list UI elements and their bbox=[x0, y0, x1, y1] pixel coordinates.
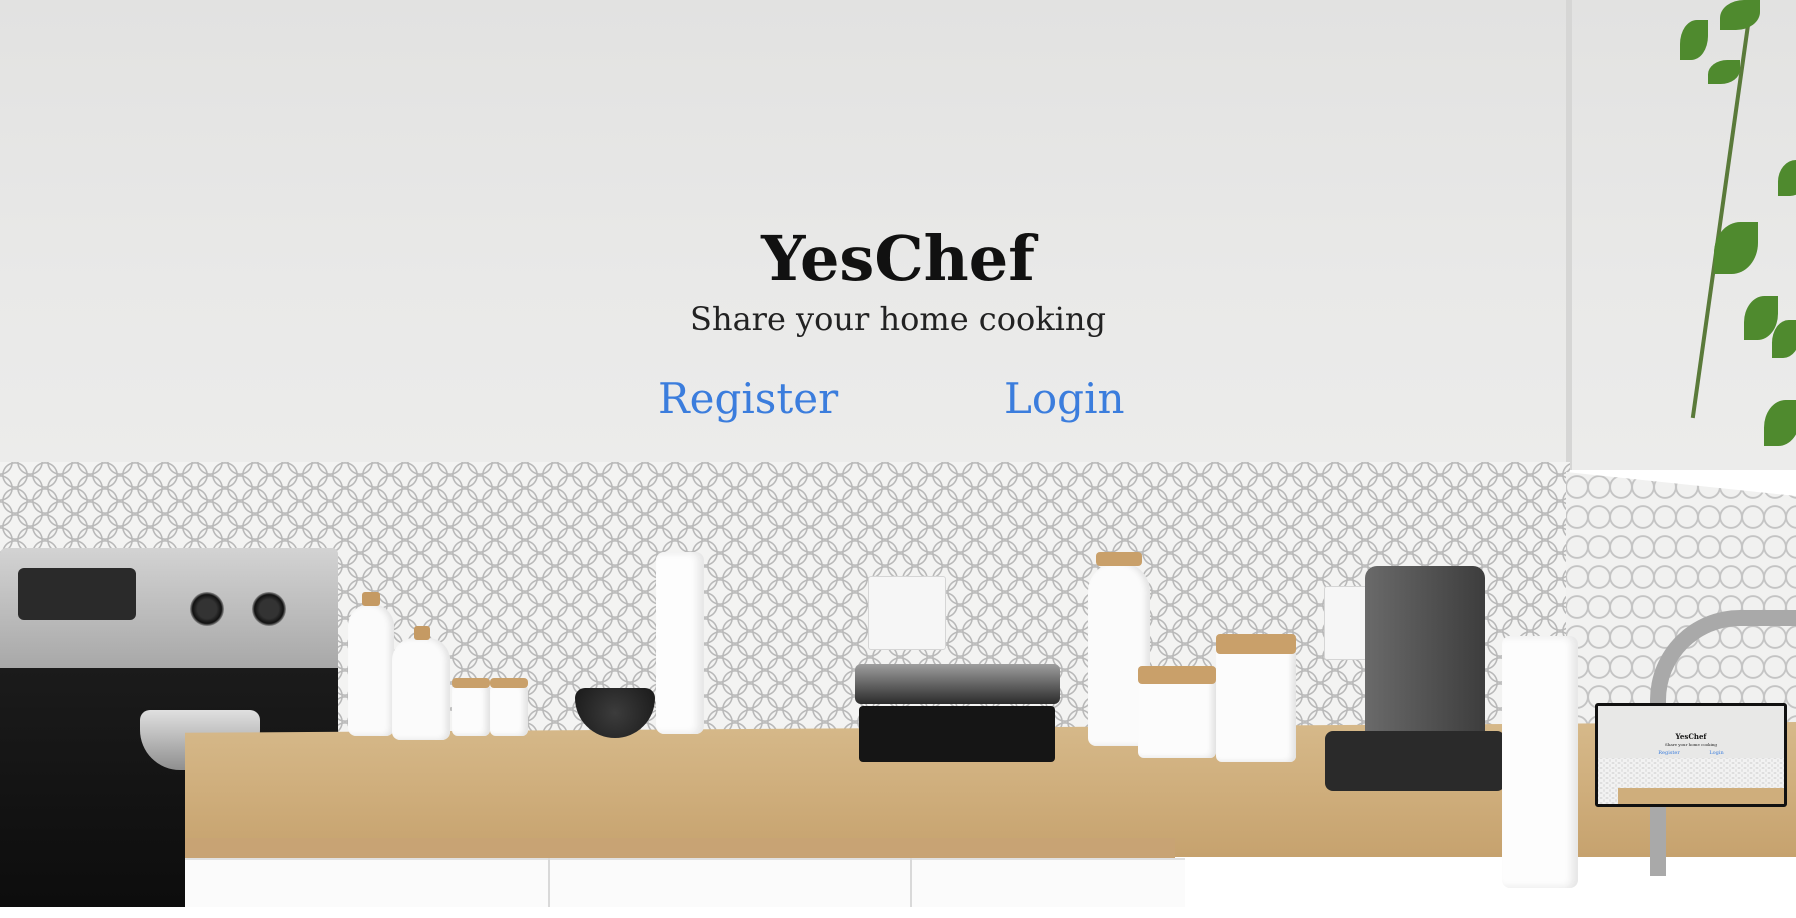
spice-jar bbox=[490, 684, 528, 736]
bottle-cork bbox=[414, 626, 430, 640]
canister-lid bbox=[1138, 666, 1216, 684]
salt-jar bbox=[452, 684, 490, 736]
stove-knob bbox=[190, 592, 224, 626]
plant-leaf bbox=[1680, 20, 1708, 60]
cabinet-divider bbox=[910, 858, 912, 907]
thumbnail-links: Register Login bbox=[1598, 750, 1784, 756]
espresso-base bbox=[1325, 731, 1505, 791]
bottle-cork bbox=[362, 592, 380, 606]
page-preview-thumbnail: YesChef Share your home cooking Register… bbox=[1595, 703, 1787, 807]
oil-bottle bbox=[348, 604, 394, 736]
page-title: YesChef bbox=[761, 222, 1035, 295]
cabinet-divider bbox=[548, 858, 550, 907]
kitchen-background-image: YesChef Share your home cooking Register… bbox=[0, 0, 1796, 907]
grill-base bbox=[859, 706, 1055, 762]
cabinets bbox=[185, 858, 1185, 907]
vase-lid bbox=[1096, 552, 1142, 566]
thumbnail-counter bbox=[1618, 788, 1784, 804]
stove-knob bbox=[252, 592, 286, 626]
plant-leaf bbox=[1708, 60, 1740, 84]
plant-leaf bbox=[1778, 160, 1796, 196]
plant-leaf bbox=[1720, 0, 1760, 30]
canister-large bbox=[1216, 640, 1296, 762]
canister-small bbox=[1138, 674, 1216, 758]
jar-lid bbox=[490, 678, 528, 688]
vinegar-bottle bbox=[392, 638, 450, 740]
jar-lid bbox=[452, 678, 490, 688]
paper-towel-roll bbox=[656, 552, 704, 734]
register-link[interactable]: Register bbox=[658, 378, 838, 420]
thumbnail-title: YesChef bbox=[1675, 732, 1707, 741]
hanging-plant bbox=[1680, 0, 1796, 450]
countertop-edge bbox=[185, 838, 1175, 858]
paper-towel-roll bbox=[1502, 636, 1578, 888]
thumbnail-tagline: Share your home cooking bbox=[1665, 742, 1717, 747]
tagline: Share your home cooking bbox=[690, 300, 1106, 338]
canister-lid bbox=[1216, 634, 1296, 654]
grill-lid bbox=[855, 664, 1060, 704]
espresso-body bbox=[1365, 566, 1485, 756]
thumbnail-login-link: Login bbox=[1709, 750, 1724, 756]
panini-grill bbox=[855, 664, 1060, 764]
espresso-machine bbox=[1325, 566, 1505, 791]
thumbnail-register-link: Register bbox=[1658, 750, 1680, 756]
login-link[interactable]: Login bbox=[1004, 378, 1125, 420]
stove-display bbox=[18, 568, 136, 620]
plant-leaf bbox=[1764, 400, 1796, 446]
wall-outlet bbox=[868, 576, 946, 650]
